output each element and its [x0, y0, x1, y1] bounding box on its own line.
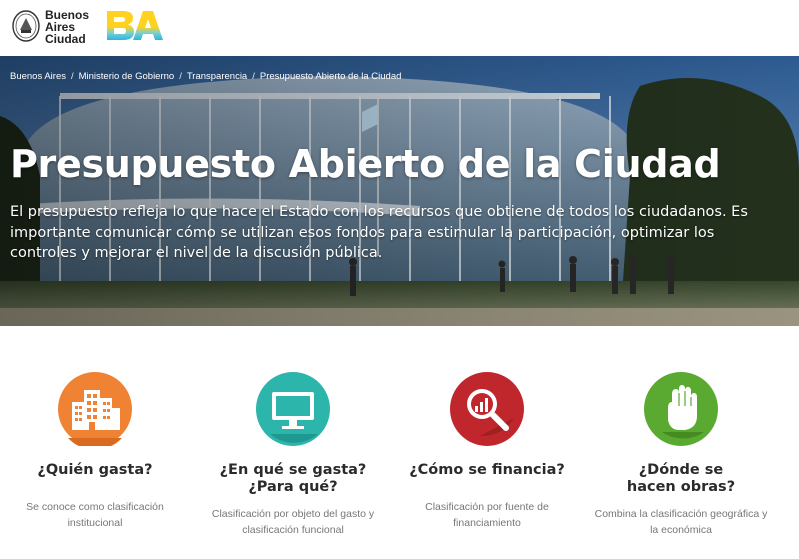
hero-description: El presupuesto refleja lo que hace el Es…	[10, 204, 748, 261]
ba-brand-logo[interactable]	[105, 9, 165, 43]
category-card-como-se-financia[interactable]: ¿Cómo se financia? Clasificación por fue…	[392, 372, 582, 531]
logo-line: Ciudad	[45, 32, 86, 46]
category-title[interactable]: ¿Cómo se financia?	[392, 462, 582, 479]
site-header: Buenos Aires Ciudad BA	[0, 0, 799, 56]
category-description: Clasificación por fuente de financiamien…	[425, 501, 549, 529]
breadcrumb-link-transparencia[interactable]: Transparencia	[187, 71, 247, 82]
category-title[interactable]: ¿En qué se gasta? ¿Para qué?	[210, 462, 376, 496]
hand-icon[interactable]	[644, 372, 718, 446]
breadcrumb-link-buenos-aires[interactable]: Buenos Aires	[10, 71, 66, 82]
city-seal-icon[interactable]	[12, 10, 40, 42]
category-description: Clasificación por objeto del gasto y cla…	[211, 508, 375, 536]
monitor-icon[interactable]	[256, 372, 330, 446]
breadcrumb-link-ministerio[interactable]: Ministerio de Gobierno	[79, 71, 175, 82]
breadcrumb-separator: /	[179, 71, 182, 82]
category-card-donde-se-hacen-obras[interactable]: ¿Dónde se hacen obras? Combina la clasif…	[586, 372, 776, 538]
magnifier-chart-icon[interactable]	[450, 372, 524, 446]
category-description: Se conoce como clasificación institucion…	[26, 501, 164, 529]
breadcrumb: Buenos Aires / Ministerio de Gobierno / Tran…	[10, 71, 401, 82]
buildings-icon[interactable]	[58, 372, 132, 446]
breadcrumb-separator: /	[70, 71, 74, 82]
category-description: Combina la clasificación geográfica y la…	[594, 508, 768, 536]
category-card-quien-gasta[interactable]: ¿Quién gasta? Se conoce como clasificaci…	[0, 372, 190, 531]
hero-overlay	[0, 56, 799, 326]
breadcrumb-separator: /	[252, 71, 255, 82]
hero-banner: Buenos Aires / Ministerio de Gobierno / Tran…	[0, 56, 799, 326]
category-title[interactable]: ¿Quién gasta?	[0, 462, 190, 479]
city-logo-text[interactable]: Buenos Aires Ciudad	[45, 9, 89, 45]
category-title[interactable]: ¿Dónde se hacen obras?	[614, 462, 748, 496]
page-title: Presupuesto Abierto de la Ciudad	[10, 142, 721, 186]
category-card-en-que-se-gasta[interactable]: ¿En qué se gasta? ¿Para qué? Clasificaci…	[198, 372, 388, 538]
breadcrumb-current: Presupuesto Abierto de la Ciudad	[259, 71, 402, 82]
